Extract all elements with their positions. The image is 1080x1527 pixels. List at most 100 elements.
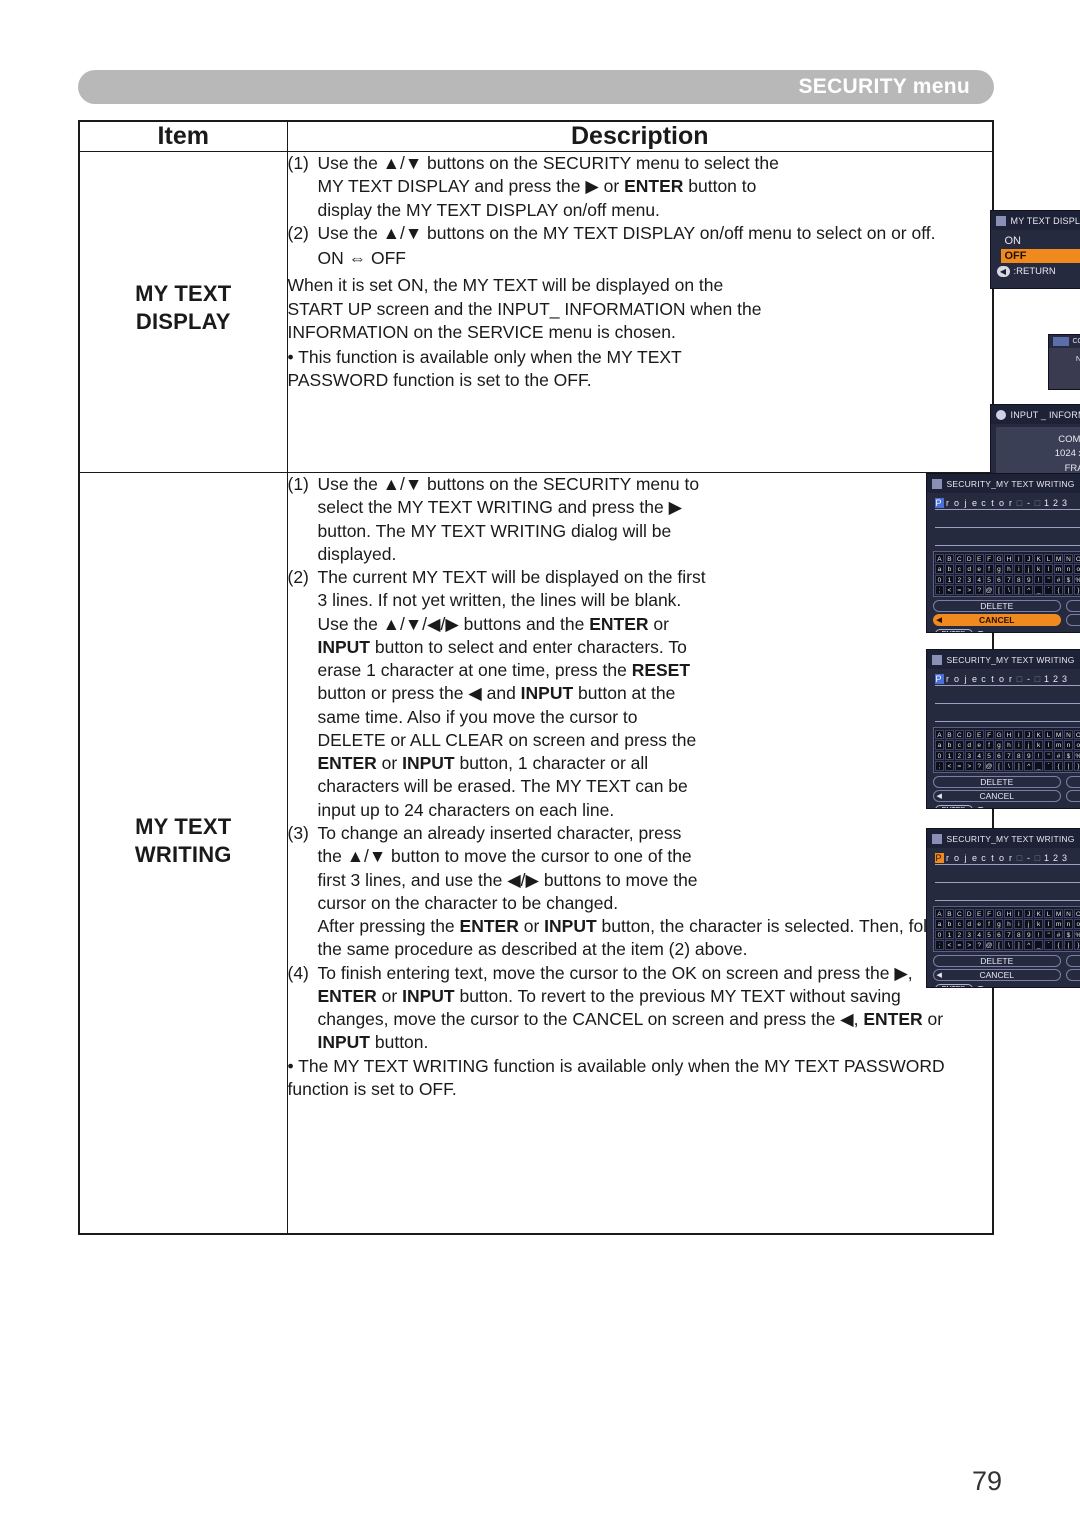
keyboard-key[interactable]: ] [1014, 761, 1024, 771]
keyboard-key[interactable]: 2 [954, 750, 964, 760]
cancel-button[interactable]: ◀ CANCEL [932, 969, 1061, 981]
keyboard-key[interactable]: % [1073, 750, 1080, 760]
keyboard-key[interactable]: 1 [944, 574, 954, 584]
keyboard-key[interactable]: 0 [935, 574, 944, 584]
keyboard-key[interactable]: 4 [974, 929, 984, 939]
osd-my-text-line-3[interactable] [934, 533, 1080, 546]
keyboard-key[interactable]: 5 [984, 750, 994, 760]
keyboard-key[interactable]: 4 [974, 750, 984, 760]
keyboard-key[interactable]: e [974, 740, 984, 750]
keyboard-key[interactable]: L [1044, 553, 1054, 563]
keyboard-key[interactable]: ` [1044, 761, 1054, 771]
osd-my-text-line-2[interactable] [934, 691, 1080, 704]
keyboard-key[interactable]: " [1044, 929, 1054, 939]
keyboard-key[interactable]: F [984, 553, 994, 563]
keyboard-key[interactable]: 1 [944, 750, 954, 760]
osd-my-text-char[interactable]: □ [1034, 853, 1043, 863]
osd-my-text-char[interactable]: r [1007, 498, 1016, 508]
osd-option-off[interactable]: OFF [1000, 249, 1080, 263]
keyboard-key[interactable]: k [1034, 564, 1044, 574]
osd-my-text-char[interactable]: 1 [1043, 853, 1052, 863]
osd-my-text-char[interactable]: 1 [1043, 674, 1052, 684]
keyboard-key[interactable]: K [1034, 729, 1044, 739]
keyboard-key[interactable]: # [1054, 750, 1063, 760]
keyboard-key[interactable]: # [1054, 929, 1063, 939]
keyboard-key[interactable]: L [1044, 908, 1054, 918]
keyboard-key[interactable]: l [1044, 919, 1054, 929]
osd-my-text-char[interactable]: P [934, 674, 944, 684]
keyboard-key[interactable]: 6 [994, 574, 1004, 584]
keyboard-key[interactable]: g [994, 740, 1004, 750]
osd-my-text-char[interactable]: r [1007, 674, 1016, 684]
keyboard-key[interactable]: 4 [974, 574, 984, 584]
keyboard-key[interactable]: j [1024, 740, 1034, 750]
osd-my-text-char[interactable]: j [962, 853, 971, 863]
keyboard-key[interactable]: 6 [994, 750, 1004, 760]
all-clear-button[interactable]: ALL CLEAR [1066, 955, 1080, 967]
keyboard-key[interactable]: h [1004, 740, 1014, 750]
keyboard-key[interactable]: F [984, 908, 994, 918]
keyboard-key[interactable]: { [1054, 585, 1063, 595]
keyboard-key[interactable]: h [1004, 564, 1014, 574]
keyboard-key[interactable]: 9 [1024, 750, 1034, 760]
keyboard-key[interactable]: H [1004, 908, 1014, 918]
keyboard-key[interactable]: 7 [1004, 929, 1014, 939]
keyboard-key[interactable]: ? [974, 761, 984, 771]
keyboard-key[interactable]: 2 [954, 574, 964, 584]
keyboard-key[interactable]: = [954, 585, 964, 595]
keyboard-key[interactable]: " [1044, 750, 1054, 760]
keyboard-key[interactable]: % [1073, 929, 1080, 939]
osd-my-text-char[interactable]: o [998, 853, 1007, 863]
keyboard-key[interactable]: < [944, 940, 954, 950]
osd-my-text-char[interactable]: j [962, 498, 971, 508]
keyboard-key[interactable]: b [944, 740, 954, 750]
osd-my-text-char[interactable]: r [944, 853, 953, 863]
keyboard-key[interactable]: 3 [964, 750, 974, 760]
keyboard-key[interactable]: ; [935, 585, 944, 595]
keyboard-key[interactable]: h [1004, 919, 1014, 929]
keyboard-key[interactable]: ; [935, 940, 944, 950]
osd-my-text-char[interactable]: □ [1016, 853, 1025, 863]
keyboard-key[interactable]: 7 [1004, 574, 1014, 584]
keyboard-key[interactable]: e [974, 564, 984, 574]
keyboard-key[interactable]: 9 [1024, 574, 1034, 584]
keyboard-key[interactable]: D [964, 729, 974, 739]
keyboard-key[interactable]: k [1034, 740, 1044, 750]
keyboard-key[interactable]: ] [1014, 940, 1024, 950]
keyboard-key[interactable]: 8 [1014, 574, 1024, 584]
keyboard-key[interactable]: C [954, 908, 964, 918]
keyboard-key[interactable]: d [964, 740, 974, 750]
osd-my-text-line-2[interactable] [934, 515, 1080, 528]
keyboard-key[interactable]: E [974, 908, 984, 918]
keyboard-key[interactable]: G [994, 553, 1004, 563]
ok-button[interactable]: ▶OK [1066, 790, 1080, 802]
keyboard-key[interactable]: 5 [984, 929, 994, 939]
osd-my-text-char[interactable]: c [980, 674, 989, 684]
osd-my-text-line-3[interactable] [934, 888, 1080, 901]
keyboard-key[interactable]: F [984, 729, 994, 739]
ok-button[interactable]: ▶OK [1066, 969, 1080, 981]
keyboard-key[interactable]: ^ [1024, 761, 1034, 771]
keyboard-key[interactable]: n [1063, 564, 1073, 574]
keyboard-key[interactable]: } [1073, 940, 1080, 950]
osd-my-text-char[interactable]: o [953, 498, 962, 508]
keyboard-key[interactable]: A [935, 553, 944, 563]
keyboard-key[interactable]: O [1073, 908, 1080, 918]
keyboard-key[interactable]: \ [1004, 761, 1014, 771]
osd-my-text-char[interactable]: P [934, 853, 944, 863]
osd-character-keyboard[interactable]: ABCDEFGHIJKLMNOPQRSTUVWXYZabcdefghijklmn… [932, 727, 1080, 773]
keyboard-key[interactable]: e [974, 919, 984, 929]
keyboard-key[interactable]: ; [935, 761, 944, 771]
delete-button[interactable]: DELETE [932, 600, 1061, 612]
keyboard-key[interactable]: E [974, 553, 984, 563]
keyboard-key[interactable]: 8 [1014, 750, 1024, 760]
keyboard-key[interactable]: b [944, 919, 954, 929]
keyboard-key[interactable]: g [994, 564, 1004, 574]
keyboard-key[interactable]: f [984, 740, 994, 750]
keyboard-key[interactable]: > [964, 761, 974, 771]
keyboard-key[interactable]: a [935, 564, 944, 574]
keyboard-key[interactable]: K [1034, 553, 1044, 563]
keyboard-key[interactable]: ^ [1024, 940, 1034, 950]
osd-my-text-char[interactable]: 2 [1052, 498, 1061, 508]
keyboard-key[interactable]: 0 [935, 750, 944, 760]
